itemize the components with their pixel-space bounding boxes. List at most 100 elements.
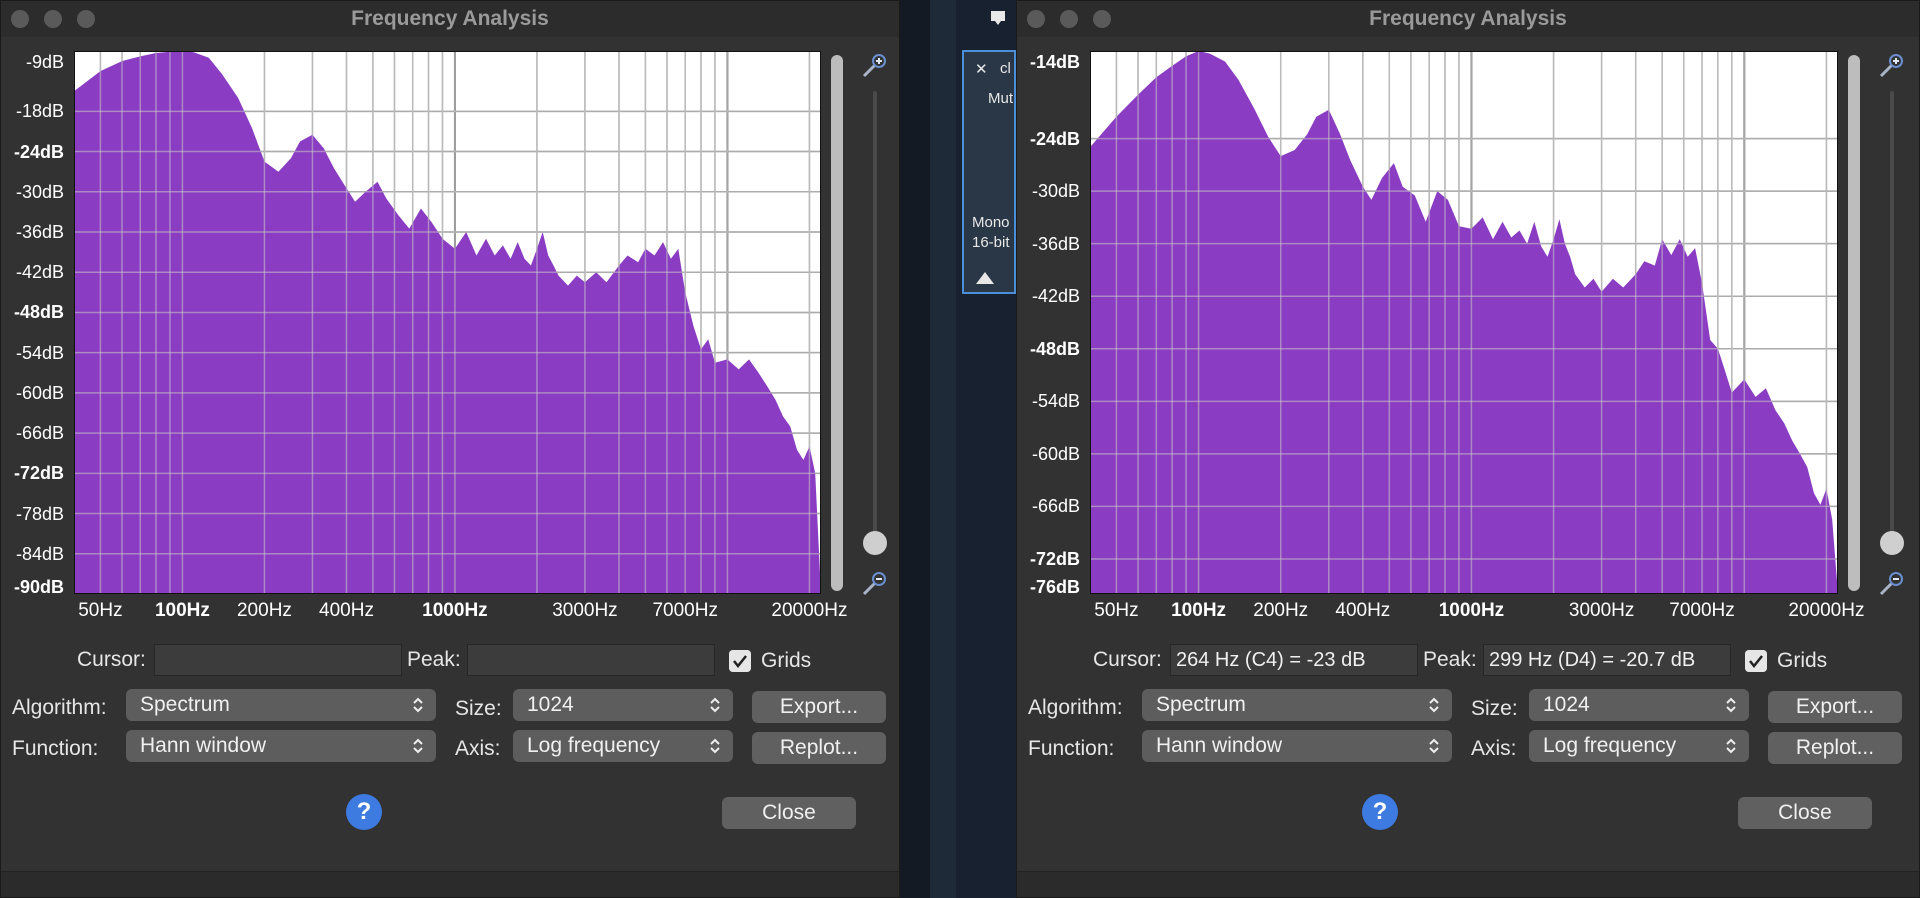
left-db-tick-label: -90dB xyxy=(13,577,64,597)
left-grids-checkbox[interactable] xyxy=(729,650,751,672)
right-hz-tick-label: 400Hz xyxy=(1335,600,1391,621)
right-grids-checkbox[interactable] xyxy=(1745,650,1767,672)
left-close-button[interactable]: Close xyxy=(722,797,856,829)
left-size-chevron-icon xyxy=(710,697,720,713)
right-help-button[interactable]: ? xyxy=(1362,794,1398,830)
left-db-tick-label: -78dB xyxy=(15,503,64,524)
right-db-tick-label: -60dB xyxy=(1031,443,1080,464)
left-zoom-in-icon[interactable] xyxy=(861,51,889,79)
right-db-tick-label: -42dB xyxy=(1031,286,1080,307)
left-frequency-analysis-window: Frequency Analysis -9dB -18dB -24dB -30dB -3… xyxy=(0,0,900,898)
right-db-tick-label: -14dB xyxy=(1029,52,1080,72)
right-size-select[interactable]: 1024 xyxy=(1529,689,1749,721)
right-axis-value: Log frequency xyxy=(1543,734,1677,757)
left-db-tick-label: -36dB xyxy=(15,222,64,242)
left-hz-tick-label: 20000Hz xyxy=(771,600,848,621)
right-db-tick-label: -24dB xyxy=(1029,128,1080,149)
left-function-label: Function: xyxy=(12,737,99,760)
right-algorithm-value: Spectrum xyxy=(1156,693,1246,716)
right-db-tick-label: -30dB xyxy=(1031,181,1080,202)
right-db-tick-label: -36dB xyxy=(1031,233,1080,254)
right-vertical-scrollbar[interactable] xyxy=(1848,55,1860,591)
track-collapse-icon[interactable] xyxy=(976,272,994,284)
left-hz-tick-label: 50Hz xyxy=(78,600,123,621)
left-algorithm-value: Spectrum xyxy=(140,693,230,716)
right-algorithm-select[interactable]: Spectrum xyxy=(1142,689,1452,721)
left-export-button[interactable]: Export... xyxy=(752,691,886,723)
right-replot-button[interactable]: Replot... xyxy=(1768,732,1902,764)
right-db-tick-label: -66dB xyxy=(1031,496,1080,517)
left-hz-tick-label: 100Hz xyxy=(154,600,210,621)
right-function-value: Hann window xyxy=(1156,734,1283,757)
left-peak-label: Peak: xyxy=(407,648,461,671)
left-db-range-slider[interactable] xyxy=(873,91,877,541)
right-frequency-analysis-window: Frequency Analysis -14dB -24dB -30dB -36dB -… xyxy=(1016,0,1920,898)
background-mid-strip xyxy=(930,0,956,898)
left-hz-tick-label: 7000Hz xyxy=(652,600,718,621)
track-name-label: cl xyxy=(1000,60,1011,77)
left-axis-select[interactable]: Log frequency xyxy=(513,730,733,762)
left-function-select[interactable]: Hann window xyxy=(126,730,436,762)
left-cursor-field xyxy=(154,644,402,676)
right-hz-tick-label: 3000Hz xyxy=(1568,600,1635,621)
left-db-tick-label: -42dB xyxy=(15,262,64,283)
left-db-tick-label: -72dB xyxy=(13,463,64,484)
left-db-tick-label: -30dB xyxy=(15,181,64,202)
left-vertical-scrollbar[interactable] xyxy=(831,55,843,591)
track-close-icon[interactable]: ✕ xyxy=(975,60,988,78)
left-zoom-out-icon[interactable] xyxy=(861,569,889,597)
left-spectrum-svg xyxy=(74,51,821,594)
right-db-range-slider[interactable] xyxy=(1890,91,1894,541)
right-zoom-in-icon[interactable] xyxy=(1878,51,1906,79)
right-window-title: Frequency Analysis xyxy=(1369,7,1567,30)
right-db-range-slider-knob[interactable] xyxy=(1880,531,1904,555)
right-zoom-out-icon[interactable] xyxy=(1878,569,1906,597)
right-hz-tick-label: 7000Hz xyxy=(1669,600,1735,621)
right-axis-label: Axis: xyxy=(1471,737,1517,760)
left-db-tick-label: -24dB xyxy=(13,141,64,162)
right-hz-tick-label: 50Hz xyxy=(1094,600,1139,621)
left-size-select[interactable]: 1024 xyxy=(513,689,733,721)
right-axis-chevron-icon xyxy=(1726,738,1736,754)
left-function-value: Hann window xyxy=(140,734,267,757)
right-cursor-field: 264 Hz (C4) = -23 dB xyxy=(1170,644,1418,676)
left-algorithm-select[interactable]: Spectrum xyxy=(126,689,436,721)
right-peak-field: 299 Hz (D4) = -20.7 dB xyxy=(1483,644,1731,676)
left-algorithm-chevron-icon xyxy=(413,697,423,713)
track-mute-button[interactable]: Mut xyxy=(988,90,1013,107)
background-toolbar-icon[interactable] xyxy=(990,10,1006,26)
left-help-button[interactable]: ? xyxy=(346,794,382,830)
left-axis-label: Axis: xyxy=(455,737,501,760)
right-hz-tick-label: 20000Hz xyxy=(1788,600,1865,621)
right-hz-tick-label: 100Hz xyxy=(1171,600,1227,621)
left-spectrum-plot[interactable] xyxy=(74,51,821,594)
left-peak-field xyxy=(467,644,715,676)
right-db-tick-label: -54dB xyxy=(1031,391,1080,412)
left-db-tick-label: -54dB xyxy=(15,342,64,363)
left-db-range-slider-knob[interactable] xyxy=(863,531,887,555)
right-function-select[interactable]: Hann window xyxy=(1142,730,1452,762)
right-axis-select[interactable]: Log frequency xyxy=(1529,730,1749,762)
left-grids-label: Grids xyxy=(761,649,812,672)
right-size-chevron-icon xyxy=(1726,697,1736,713)
left-hz-tick-label: 3000Hz xyxy=(552,600,618,621)
left-db-tick-label: -48dB xyxy=(13,302,64,323)
left-function-chevron-icon xyxy=(413,738,423,754)
left-replot-button[interactable]: Replot... xyxy=(752,732,886,764)
right-spectrum-plot[interactable] xyxy=(1090,51,1838,594)
left-hz-tick-label: 200Hz xyxy=(236,600,292,621)
left-spectrum-area xyxy=(74,51,821,594)
right-function-label: Function: xyxy=(1028,737,1115,760)
track-format-line1: Mono xyxy=(972,214,1010,231)
left-window-title: Frequency Analysis xyxy=(351,7,549,30)
right-spectrum-area xyxy=(1090,51,1838,594)
right-close-button[interactable]: Close xyxy=(1738,797,1872,829)
left-cursor-label: Cursor: xyxy=(77,648,146,671)
right-window-bottom-bar xyxy=(1017,871,1919,897)
right-export-button[interactable]: Export... xyxy=(1768,691,1902,723)
left-size-label: Size: xyxy=(455,697,502,720)
right-db-tick-label: -48dB xyxy=(1029,338,1080,359)
left-hz-tick-label: 1000Hz xyxy=(422,600,488,621)
left-db-tick-label: -66dB xyxy=(15,423,64,444)
left-hz-tick-label: 400Hz xyxy=(319,600,374,621)
